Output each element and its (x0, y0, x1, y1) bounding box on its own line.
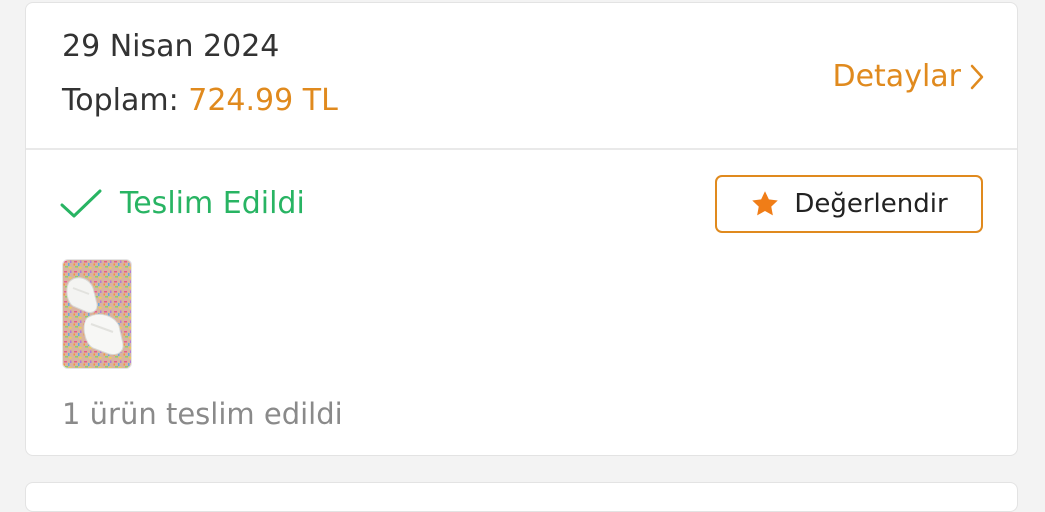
product-thumbnail[interactable] (62, 259, 132, 369)
order-card: 29 Nisan 2024 Toplam: 724.99 TL Detaylar… (25, 2, 1018, 456)
next-order-card (25, 482, 1018, 512)
total-amount: 724.99 TL (188, 83, 338, 118)
total-label: Toplam: (62, 83, 179, 118)
sneaker-product-image (63, 260, 131, 368)
star-icon (752, 191, 779, 216)
delivery-status: Teslim Edildi (60, 186, 305, 221)
rate-button[interactable]: Değerlendir (715, 175, 983, 233)
details-label: Detaylar (832, 59, 961, 94)
order-header: 29 Nisan 2024 Toplam: 724.99 TL Detaylar (26, 3, 1017, 150)
order-date: 29 Nisan 2024 (62, 29, 280, 64)
delivered-summary: 1 ürün teslim edildi (62, 397, 343, 431)
chevron-right-icon (970, 64, 984, 89)
status-text: Teslim Edildi (120, 186, 305, 221)
order-total: Toplam: 724.99 TL (62, 83, 338, 118)
rate-button-label: Değerlendir (794, 189, 948, 219)
checkmark-icon (60, 189, 102, 217)
details-link[interactable]: Detaylar (832, 59, 985, 94)
